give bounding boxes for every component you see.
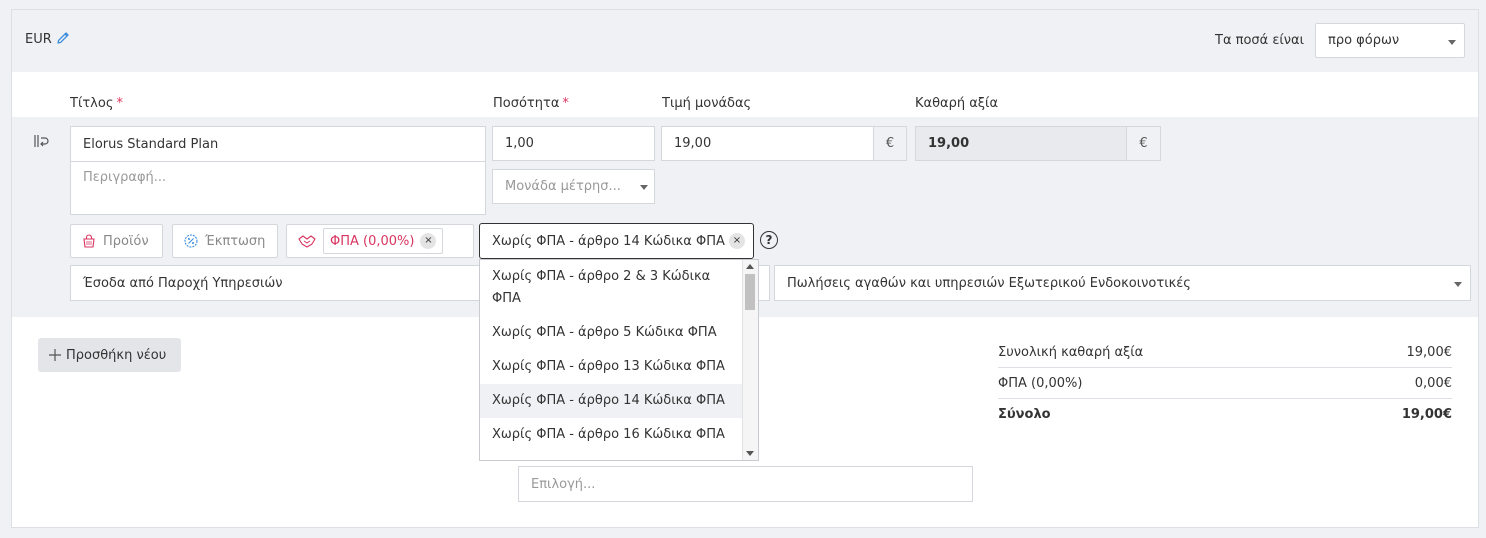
dropdown-option[interactable]: Χωρίς ΦΠΑ - άρθρο 5 Κώδικα ΦΠΑ — [480, 316, 743, 350]
line-description-input[interactable]: Περιγραφή... — [70, 161, 486, 215]
pencil-icon[interactable] — [55, 30, 71, 46]
unit-of-measure-select[interactable]: Μονάδα μέτρησ... — [492, 169, 655, 204]
currency-label: EUR — [25, 32, 52, 47]
unit-price-column-label: Τιμή μονάδας — [662, 96, 752, 111]
totals-net-row: Συνολική καθαρή αξία 19,00€ — [998, 337, 1452, 368]
scroll-up-icon[interactable] — [746, 264, 754, 269]
totals-vat-row: ΦΠΑ (0,00%) 0,00€ — [998, 368, 1452, 399]
dropdown-option[interactable]: Χωρίς ΦΠΑ - άρθρο 16 Κώδικα ΦΠΑ — [480, 418, 743, 452]
product-button[interactable]: Προϊόν — [70, 224, 163, 258]
discount-button[interactable]: Έκπτωση — [172, 224, 278, 258]
title-column-label: Τίτλος * — [70, 96, 123, 111]
vat-field[interactable]: ΦΠΑ (0,00%) × — [286, 224, 474, 258]
handshake-icon — [298, 235, 316, 248]
plus-icon — [49, 349, 61, 361]
dropdown-option[interactable]: Χωρίς ΦΠΑ - άρθρο 14 Κώδικα ΦΠΑ — [480, 384, 743, 418]
unit-price-input[interactable]: 19,00 — [661, 126, 874, 161]
unit-price-currency-addon: € — [873, 126, 907, 161]
amounts-type-select[interactable]: προ φόρων — [1315, 23, 1465, 58]
caret-down-icon — [640, 185, 648, 190]
vat-exemption-dropdown: Χωρίς ΦΠΑ - άρθρο 2 & 3 Κώδικα ΦΠΑ Χωρίς … — [479, 259, 759, 461]
amounts-type-value: προ φόρων — [1328, 33, 1400, 48]
dropdown-options: Χωρίς ΦΠΑ - άρθρο 2 & 3 Κώδικα ΦΠΑ Χωρίς … — [480, 260, 758, 452]
drag-handle-icon[interactable] — [32, 133, 50, 153]
clear-selection-icon[interactable]: × — [729, 233, 745, 249]
vat-exemption-select[interactable]: Χωρίς ΦΠΑ - άρθρο 14 Κώδικα ΦΠΑ × — [479, 223, 754, 259]
vat-tag: ΦΠΑ (0,00%) × — [323, 228, 444, 254]
help-icon[interactable]: ? — [760, 231, 778, 249]
net-value-currency-addon: € — [1126, 126, 1161, 161]
remove-vat-icon[interactable]: × — [420, 233, 437, 249]
income-classification-select[interactable]: Πωλήσεις αγαθών και υπηρεσιών Εξωτερικού… — [774, 265, 1471, 301]
scroll-thumb[interactable] — [745, 274, 755, 310]
amounts-are-label: Τα ποσά είναι — [1215, 33, 1305, 48]
shopping-bag-icon — [83, 234, 95, 248]
totals-grand-row: Σύνολο 19,00€ — [998, 407, 1452, 422]
quantity-input[interactable]: 1,00 — [492, 126, 655, 161]
caret-down-icon — [1454, 282, 1462, 287]
dropdown-option[interactable]: Χωρίς ΦΠΑ - άρθρο 2 & 3 Κώδικα ΦΠΑ — [480, 260, 743, 316]
caret-down-icon — [1448, 40, 1456, 45]
add-new-line-button[interactable]: Προσθήκη νέου — [38, 338, 181, 372]
bottom-select-input[interactable]: Επιλογή... — [518, 466, 973, 502]
dropdown-scrollbar[interactable] — [742, 260, 758, 460]
line-title-input[interactable]: Elorus Standard Plan — [70, 126, 486, 162]
scroll-down-icon[interactable] — [746, 451, 754, 456]
net-value-field: 19,00 — [915, 126, 1127, 161]
discount-badge-icon — [184, 234, 198, 248]
quantity-column-label: Ποσότητα * — [493, 96, 569, 111]
dropdown-option[interactable]: Χωρίς ΦΠΑ - άρθρο 13 Κώδικα ΦΠΑ — [480, 350, 743, 384]
net-value-column-label: Καθαρή αξία — [915, 96, 999, 111]
